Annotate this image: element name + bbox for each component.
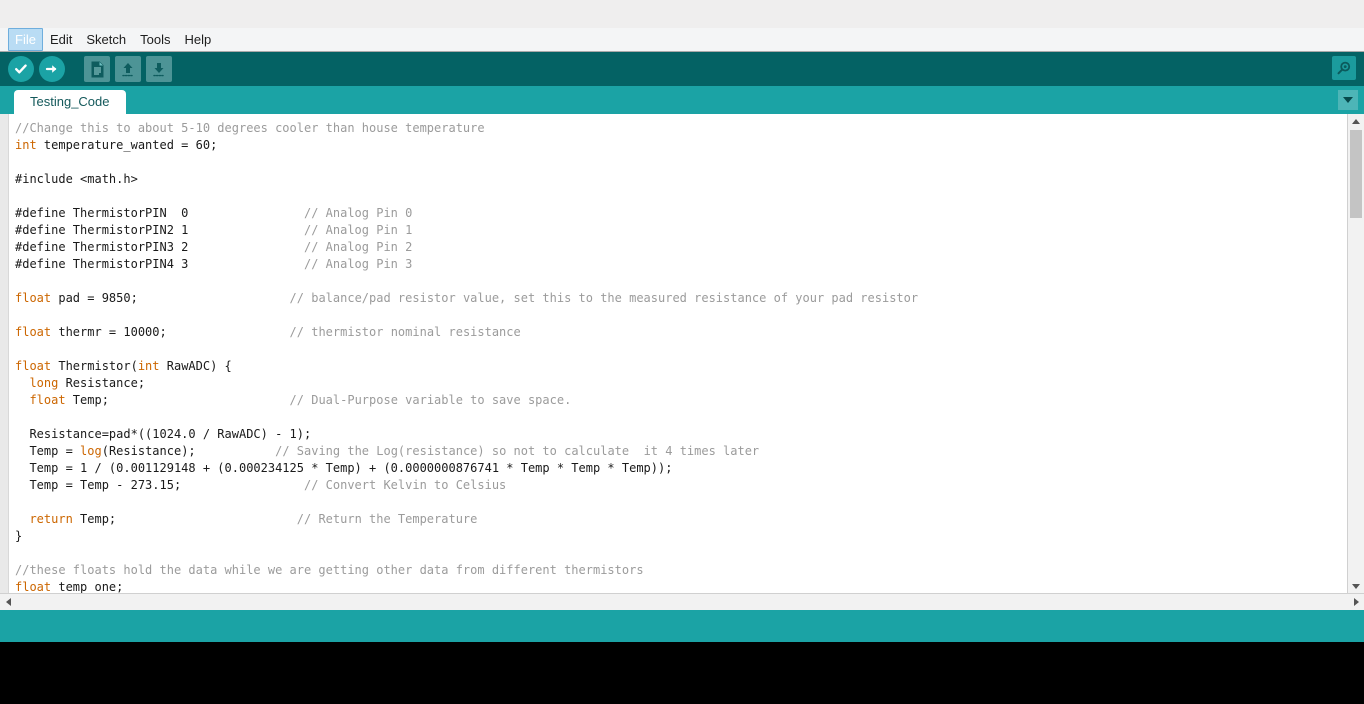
verify-button[interactable] (8, 56, 34, 82)
code-text: #define ThermistorPIN3 2 (15, 240, 304, 254)
code-text: temperature_wanted = 60; (36, 138, 218, 152)
menu-sketch[interactable]: Sketch (79, 28, 133, 51)
tab-testing-code[interactable]: Testing_Code (14, 90, 126, 114)
code-text: #include <math.h> (15, 172, 138, 186)
check-icon (15, 64, 27, 74)
open-sketch-button[interactable] (115, 56, 141, 82)
code-text: #define ThermistorPIN 0 (15, 206, 304, 220)
scroll-down-button[interactable] (1348, 579, 1364, 593)
save-sketch-button[interactable] (146, 56, 172, 82)
menu-file[interactable]: File (8, 28, 43, 51)
menu-bar: File Edit Sketch Tools Help (0, 28, 1364, 52)
code-comment: // Analog Pin 2 (303, 240, 413, 254)
code-comment: // balance/pad resistor value, set this … (289, 291, 919, 305)
code-keyword: int (15, 138, 37, 152)
caret-right-icon (1353, 597, 1359, 606)
tab-menu-button[interactable] (1338, 90, 1358, 110)
caret-down-icon (1352, 583, 1360, 589)
code-keyword: log (80, 444, 102, 458)
window-title-strip (0, 0, 1364, 28)
code-text: Temp; (65, 393, 290, 407)
vertical-scrollbar[interactable] (1347, 114, 1364, 593)
code-text: thermr = 10000; (51, 325, 290, 339)
document-icon (91, 61, 103, 77)
code-keyword: float (15, 325, 52, 339)
code-text: } (15, 529, 23, 543)
code-comment: //these floats hold the data while we ar… (15, 563, 644, 577)
caret-left-icon (5, 597, 11, 606)
code-comment: // Convert Kelvin to Celsius (303, 478, 507, 492)
new-sketch-button[interactable] (84, 56, 110, 82)
menu-edit[interactable]: Edit (43, 28, 79, 51)
code-text: Thermistor( (51, 359, 138, 373)
code-comment: // Saving the Log(resistance) so not to … (275, 444, 760, 458)
code-text: Resistance=pad*((1024.0 / RawADC) - 1); (15, 427, 312, 441)
arrow-down-icon (153, 62, 164, 76)
tab-bar: Testing_Code (0, 86, 1364, 114)
editor-area: //Change this to about 5-10 degrees cool… (0, 114, 1364, 610)
caret-up-icon (1352, 118, 1360, 124)
serial-monitor-button[interactable] (1332, 56, 1356, 80)
upload-button[interactable] (39, 56, 65, 82)
code-text: Resistance; (58, 376, 146, 390)
code-comment: // Return the Temperature (296, 512, 478, 526)
code-comment: // thermistor nominal resistance (289, 325, 521, 339)
toolbar (0, 52, 1364, 86)
code-keyword: float (15, 393, 66, 407)
code-text: #define ThermistorPIN2 1 (15, 223, 304, 237)
menu-tools[interactable]: Tools (133, 28, 177, 51)
editor-gutter (0, 114, 9, 593)
code-text: (Resistance); (101, 444, 276, 458)
code-keyword: long (15, 376, 59, 390)
scroll-up-button[interactable] (1348, 114, 1364, 128)
arduino-ide-window: File Edit Sketch Tools Help Testing_Code… (0, 0, 1364, 704)
code-comment: // Analog Pin 3 (303, 257, 413, 271)
scroll-right-button[interactable] (1348, 594, 1364, 609)
code-text: Temp; (72, 512, 297, 526)
code-comment: // Dual-Purpose variable to save space. (289, 393, 572, 407)
vertical-scroll-thumb[interactable] (1350, 130, 1362, 218)
code-comment: //Change this to about 5-10 degrees cool… (15, 121, 485, 135)
code-text: RawADC) { (159, 359, 232, 373)
code-keyword: int (137, 359, 160, 373)
code-keyword: float (15, 291, 52, 305)
arrow-right-icon (45, 65, 57, 73)
source-code[interactable]: //Change this to about 5-10 degrees cool… (9, 116, 1347, 593)
code-keyword: return (15, 512, 73, 526)
code-text: #define ThermistorPIN4 3 (15, 257, 304, 271)
horizontal-scrollbar[interactable] (0, 593, 1364, 610)
code-text: Temp = Temp - 273.15; (15, 478, 304, 492)
code-text: pad = 9850; (51, 291, 290, 305)
status-bar (0, 610, 1364, 642)
scroll-left-button[interactable] (0, 594, 16, 609)
chevron-down-icon (1343, 97, 1353, 103)
menu-help[interactable]: Help (177, 28, 218, 51)
magnifier-icon (1337, 61, 1351, 75)
arrow-up-icon (122, 62, 133, 76)
code-text: Temp = 1 / (0.001129148 + (0.000234125 *… (15, 461, 673, 475)
console-output[interactable] (0, 642, 1364, 704)
code-keyword: float (15, 359, 52, 373)
code-keyword: float (15, 580, 52, 593)
code-viewport[interactable]: //Change this to about 5-10 degrees cool… (9, 114, 1347, 593)
code-comment: // Analog Pin 0 (303, 206, 413, 220)
code-comment: // Analog Pin 1 (303, 223, 413, 237)
code-text: temp one; (51, 580, 124, 593)
code-text: Temp = (15, 444, 81, 458)
